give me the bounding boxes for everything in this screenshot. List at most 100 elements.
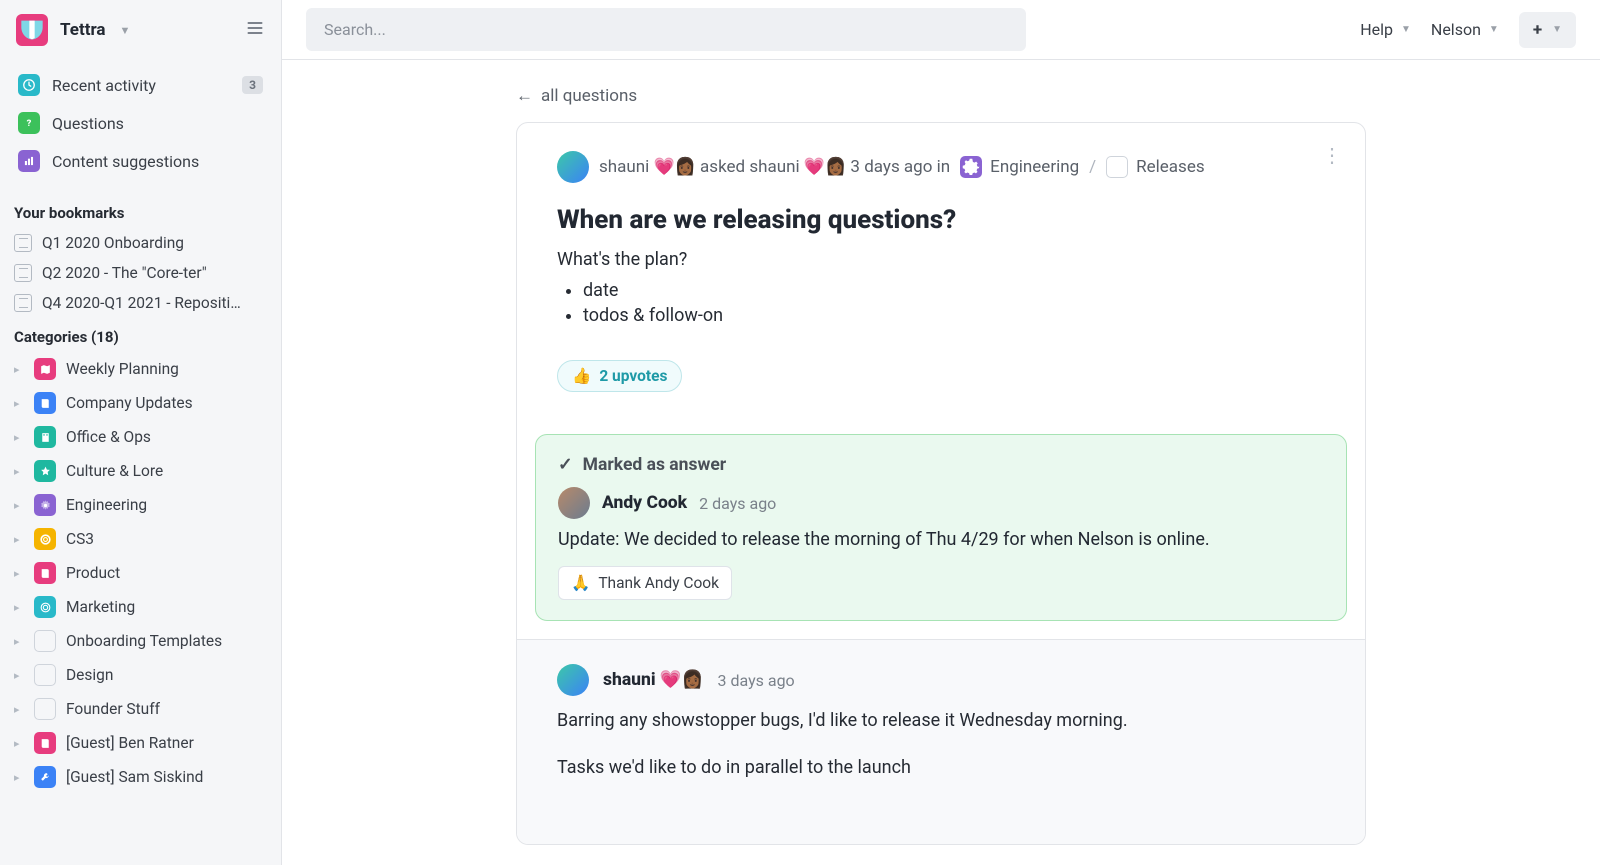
thank-button[interactable]: 🙏 Thank Andy Cook [558, 566, 732, 600]
category-label: Office & Ops [66, 428, 151, 446]
building-icon [34, 426, 56, 448]
category-label: Company Updates [66, 394, 193, 412]
category-item[interactable]: ▸CS3 [0, 522, 281, 556]
category-item[interactable]: ▸ Office & Ops [0, 420, 281, 454]
category-label: Culture & Lore [66, 462, 163, 480]
category-item[interactable]: ▸ Founder Stuff [0, 692, 281, 726]
reply-time: 3 days ago [718, 671, 795, 690]
wrench-icon [34, 766, 56, 788]
nav-label: Questions [52, 114, 124, 133]
nav-questions[interactable]: ? Questions [8, 104, 273, 142]
topbar: Search... Help ▼ Nelson ▼ + ▼ [282, 0, 1600, 60]
subcategory-chip-releases[interactable]: Releases [1106, 156, 1204, 178]
answer-time: 2 days ago [699, 494, 776, 513]
nav-recent-activity[interactable]: Recent activity 3 [8, 66, 273, 104]
category-label: Design [66, 666, 113, 684]
category-item[interactable]: ▸ Engineering [0, 488, 281, 522]
categories-heading: Categories (18) [0, 318, 281, 352]
marked-as-answer: ✓ Marked as answer [558, 455, 1324, 475]
reply-body: Barring any showstopper bugs, I'd like t… [557, 710, 1325, 778]
category-label: [Guest] Ben Ratner [66, 734, 194, 752]
category-chip-engineering[interactable]: Engineering [960, 156, 1079, 178]
main: Search... Help ▼ Nelson ▼ + ▼ ← all ques… [282, 0, 1600, 865]
folder-icon [34, 630, 56, 652]
category-label: Marketing [66, 598, 135, 616]
folder-icon [34, 698, 56, 720]
category-item[interactable]: ▸Marketing [0, 590, 281, 624]
chevron-right-icon: ▸ [14, 635, 24, 648]
chevron-right-icon: ▸ [14, 567, 24, 580]
category-item[interactable]: ▸Company Updates [0, 386, 281, 420]
chevron-right-icon: ▸ [14, 533, 24, 546]
star-icon [34, 460, 56, 482]
primary-nav: Recent activity 3 ? Questions Content su… [0, 60, 281, 194]
target-icon [34, 596, 56, 618]
book-icon [34, 732, 56, 754]
book-icon [34, 392, 56, 414]
chevron-right-icon: ▸ [14, 499, 24, 512]
map-icon [34, 358, 56, 380]
chevron-right-icon: ▸ [14, 669, 24, 682]
life-ring-icon [34, 528, 56, 550]
accepted-answer: ✓ Marked as answer Andy Cook 2 days ago … [535, 434, 1347, 621]
more-menu[interactable]: ⋮ [1322, 143, 1343, 167]
reply-author: shauni 💗👩🏾‍ [603, 670, 704, 690]
arrow-left-icon: ← [516, 86, 533, 106]
question-body-item: todos & follow-on [583, 305, 1325, 326]
doc-icon [14, 264, 32, 282]
category-item[interactable]: ▸ [Guest] Ben Ratner [0, 726, 281, 760]
bookmark-label: Q2 2020 - The "Core-ter" [42, 264, 207, 282]
question-meta: shauni 💗👩🏾‍ asked shauni 💗👩🏾‍ 3 days ago… [557, 151, 1325, 183]
back-to-all-questions[interactable]: ← all questions [516, 80, 637, 122]
folder-icon [34, 664, 56, 686]
question-icon: ? [18, 112, 40, 134]
category-item[interactable]: ▸ Product [0, 556, 281, 590]
category-label: Engineering [66, 496, 147, 514]
avatar [557, 664, 589, 696]
question-assignee: shauni 💗👩🏾‍ [749, 157, 846, 177]
bookmark-item[interactable]: Q1 2020 Onboarding [0, 228, 281, 258]
category-item[interactable]: ▸ Design [0, 658, 281, 692]
help-menu[interactable]: Help ▼ [1360, 20, 1411, 39]
workspace-logo [16, 14, 48, 46]
nav-label: Content suggestions [52, 152, 199, 171]
content-scroll[interactable]: ← all questions ⋮ shauni 💗👩🏾‍ asked shau… [282, 60, 1600, 865]
plus-icon: + [1533, 20, 1542, 40]
chart-icon [18, 150, 40, 172]
chevron-right-icon: ▸ [14, 703, 24, 716]
upvote-button[interactable]: 👍 2 upvotes [557, 360, 682, 392]
category-item[interactable]: ▸Weekly Planning [0, 352, 281, 386]
chevron-right-icon: ▸ [14, 363, 24, 376]
question-time: 3 days ago in [846, 157, 950, 177]
user-menu[interactable]: Nelson ▼ [1431, 20, 1499, 39]
categories-list: ▸Weekly Planning▸Company Updates▸Office … [0, 352, 281, 794]
question-author: shauni 💗👩🏾‍ [599, 157, 696, 177]
help-label: Help [1360, 20, 1393, 39]
category-label: Founder Stuff [66, 700, 160, 718]
category-item[interactable]: ▸[Guest] Sam Siskind [0, 760, 281, 794]
avatar [557, 151, 589, 183]
avatar [558, 487, 590, 519]
recent-activity-badge: 3 [242, 76, 263, 94]
hamburger-icon[interactable] [245, 18, 265, 42]
answer-body: Update: We decided to release the mornin… [558, 529, 1324, 550]
upvote-count: 2 upvotes [599, 367, 667, 385]
category-item[interactable]: ▸Onboarding Templates [0, 624, 281, 658]
category-label: Product [66, 564, 120, 582]
bookmark-item[interactable]: Q4 2020-Q1 2021 - Repositio… [0, 288, 281, 318]
gear-icon [960, 156, 982, 178]
workspace-switcher[interactable]: Tettra ▼ [0, 0, 281, 60]
chevron-right-icon: ▸ [14, 431, 24, 444]
chevron-down-icon: ▼ [1401, 24, 1411, 35]
chevron-down-icon: ▼ [1489, 24, 1499, 35]
bookmark-label: Q1 2020 Onboarding [42, 234, 184, 252]
bookmark-item[interactable]: Q2 2020 - The "Core-ter" [0, 258, 281, 288]
thumbs-up-icon: 👍 [572, 367, 591, 385]
back-label: all questions [541, 86, 637, 106]
chevron-right-icon: ▸ [14, 737, 24, 750]
category-item[interactable]: ▸Culture & Lore [0, 454, 281, 488]
add-button[interactable]: + ▼ [1519, 12, 1576, 48]
folder-icon [1106, 156, 1128, 178]
search-input[interactable]: Search... [306, 8, 1026, 51]
nav-content-suggestions[interactable]: Content suggestions [8, 142, 273, 180]
